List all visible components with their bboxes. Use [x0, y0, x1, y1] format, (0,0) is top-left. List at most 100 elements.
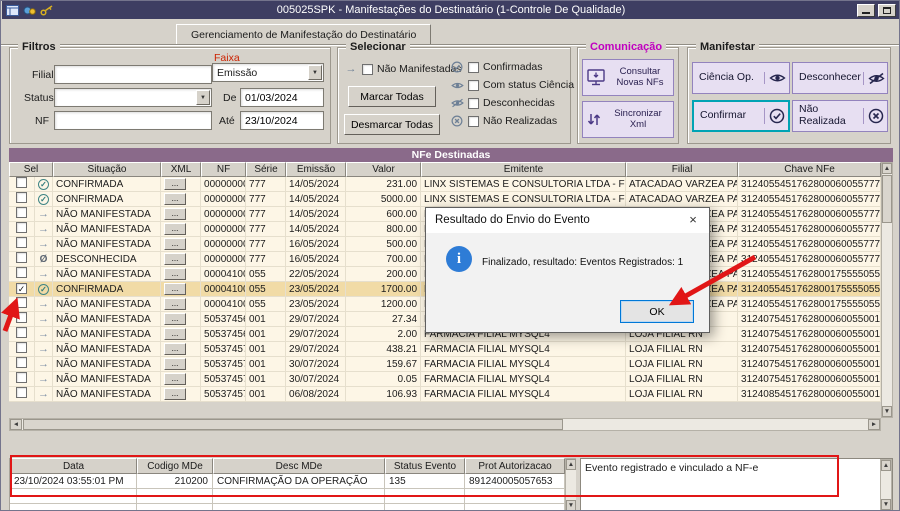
xml-button[interactable]: ... [164, 328, 186, 340]
hscroll-thumb[interactable] [23, 419, 563, 430]
nao-realizada-button[interactable]: Não Realizada [792, 100, 888, 132]
memo-scrollbar[interactable]: ▲ ▼ [880, 459, 892, 511]
consultar-novas-nfs-button[interactable]: Consultar Novas NFs [582, 59, 674, 96]
xml-button[interactable]: ... [164, 268, 186, 280]
scroll-down-icon[interactable]: ▼ [882, 406, 892, 417]
marcar-todas-button[interactable]: Marcar Todas [348, 86, 436, 107]
eventos-column-header[interactable]: Codigo MDe [137, 458, 213, 474]
scroll-down-icon[interactable]: ▼ [881, 499, 891, 510]
ate-date-input[interactable] [240, 111, 324, 130]
nfe-row[interactable]: →NÃO MANIFESTADA...50537457000129/07/202… [9, 342, 881, 357]
status-combo-arrow-icon[interactable]: ▼ [196, 90, 210, 105]
xml-button[interactable]: ... [164, 253, 186, 265]
row-select-checkbox[interactable] [16, 297, 27, 308]
xml-button[interactable]: ... [164, 238, 186, 250]
scroll-up-icon[interactable]: ▲ [566, 459, 576, 470]
nf-input[interactable] [54, 111, 212, 130]
event-row[interactable]: 23/10/2024 03:55:01 PM210200CONFIRMAÇÃO … [10, 474, 565, 489]
nfe-column-header[interactable]: Emitente [421, 162, 626, 177]
row-select-checkbox[interactable] [16, 237, 27, 248]
nfe-row[interactable]: →NÃO MANIFESTADA...50537457200130/07/202… [9, 372, 881, 387]
nfe-column-header[interactable]: Filial [626, 162, 738, 177]
nfe-column-header[interactable]: NF [201, 162, 246, 177]
xml-button[interactable]: ... [164, 208, 186, 220]
nfe-column-header[interactable]: Valor [346, 162, 421, 177]
restore-button[interactable] [878, 4, 896, 17]
eventos-column-header[interactable]: Prot Autorizacao [465, 458, 565, 474]
row-select-checkbox[interactable] [16, 267, 27, 278]
row-select-checkbox[interactable]: ✓ [16, 283, 27, 294]
xml-button[interactable]: ... [164, 388, 186, 400]
status-combo[interactable]: ▼ [54, 88, 212, 107]
nfe-column-header[interactable]: Sel [9, 162, 53, 177]
row-select-checkbox[interactable] [16, 312, 27, 323]
row-select-checkbox[interactable] [16, 207, 27, 218]
xml-button[interactable]: ... [164, 343, 186, 355]
nfe-column-header[interactable]: Chave NFe [738, 162, 881, 177]
xml-button[interactable]: ... [164, 298, 186, 310]
xml-button[interactable]: ... [164, 178, 186, 190]
row-select-checkbox[interactable] [16, 372, 27, 383]
nfe-row[interactable]: ✓CONFIRMADA...00000000177714/05/2024231.… [9, 177, 881, 192]
xml-button[interactable]: ... [164, 373, 186, 385]
services-icon[interactable] [23, 5, 36, 16]
eventos-column-header[interactable]: Data [10, 458, 137, 474]
ledger-icon[interactable] [6, 5, 19, 16]
nao-manifestadas-checkbox[interactable] [362, 64, 373, 75]
row-select-checkbox[interactable] [16, 387, 27, 398]
ok-button[interactable]: OK [620, 300, 694, 323]
row-select-checkbox[interactable] [16, 327, 27, 338]
nfe-row[interactable]: →NÃO MANIFESTADA...50537457100130/07/202… [9, 357, 881, 372]
confirmar-button[interactable]: Confirmar [692, 100, 790, 132]
eventos-scrollbar[interactable]: ▲ ▼ [565, 458, 576, 511]
scroll-right-icon[interactable]: ► [868, 419, 880, 430]
row-select-checkbox[interactable] [16, 252, 27, 263]
xml-button[interactable]: ... [164, 193, 186, 205]
nfe-row[interactable]: →NÃO MANIFESTADA...50537457300106/08/202… [9, 387, 881, 402]
faixa-combo-arrow-icon[interactable]: ▼ [308, 65, 322, 80]
nfe-column-header[interactable]: Série [246, 162, 286, 177]
nfe-horizontal-scrollbar[interactable]: ◄ ► [9, 418, 881, 431]
nao_manifestada-status-icon: → [38, 374, 49, 385]
row-select-checkbox[interactable] [16, 177, 27, 188]
faixa-combo[interactable]: Emissão ▼ [212, 63, 324, 82]
ciencia-op-button[interactable]: Ciência Op. [692, 62, 790, 94]
row-select-checkbox[interactable] [16, 192, 27, 203]
nao-realizadas-checkbox[interactable] [468, 116, 479, 127]
confirmadas-checkbox[interactable] [468, 62, 479, 73]
dialog-titlebar[interactable]: Resultado do Envio do Evento × [426, 208, 709, 233]
row-select-checkbox[interactable] [16, 357, 27, 368]
cell-chave: 3124055451762800060055777000 [738, 222, 881, 237]
evento-memo-panel[interactable]: Evento registrado e vinculado a NF-e ▲ ▼ [580, 458, 893, 511]
nfe-column-header[interactable]: Emissão [286, 162, 346, 177]
nfe-row[interactable]: ✓CONFIRMADA...00000000277714/05/20245000… [9, 192, 881, 207]
filial-input[interactable] [54, 65, 212, 84]
nfe-column-header[interactable]: XML [161, 162, 201, 177]
desconhecidas-checkbox[interactable] [468, 98, 479, 109]
scroll-left-icon[interactable]: ◄ [10, 419, 22, 430]
vscroll-thumb[interactable] [882, 175, 892, 223]
scroll-down-icon[interactable]: ▼ [566, 500, 576, 511]
comunicacao-group: Comunicação Consultar Novas NFs Sincroni… [577, 47, 679, 144]
de-date-input[interactable] [240, 88, 324, 107]
row-select-checkbox[interactable] [16, 342, 27, 353]
minimize-button[interactable] [857, 4, 875, 17]
xml-button[interactable]: ... [164, 358, 186, 370]
sincronizar-xml-button[interactable]: Sincronizar Xml [582, 101, 674, 138]
nfe-vertical-scrollbar[interactable]: ▲ ▼ [881, 162, 893, 418]
xml-button[interactable]: ... [164, 223, 186, 235]
dialog-close-icon[interactable]: × [677, 208, 709, 233]
row-select-checkbox[interactable] [16, 222, 27, 233]
cell-emissao: 29/07/2024 [286, 312, 346, 327]
desconhecer-button[interactable]: Desconhecer [792, 62, 888, 94]
ciencia-checkbox[interactable] [468, 80, 479, 91]
eventos-column-header[interactable]: Status Evento [385, 458, 465, 474]
nfe-column-header[interactable]: Situação [53, 162, 161, 177]
scroll-up-icon[interactable]: ▲ [881, 460, 891, 471]
desmarcar-todas-button[interactable]: Desmarcar Todas [344, 114, 440, 135]
xml-button[interactable]: ... [164, 313, 186, 325]
eventos-column-header[interactable]: Desc MDe [213, 458, 385, 474]
key-icon[interactable] [40, 5, 54, 16]
xml-button[interactable]: ... [164, 283, 186, 295]
scroll-up-icon[interactable]: ▲ [882, 163, 892, 174]
